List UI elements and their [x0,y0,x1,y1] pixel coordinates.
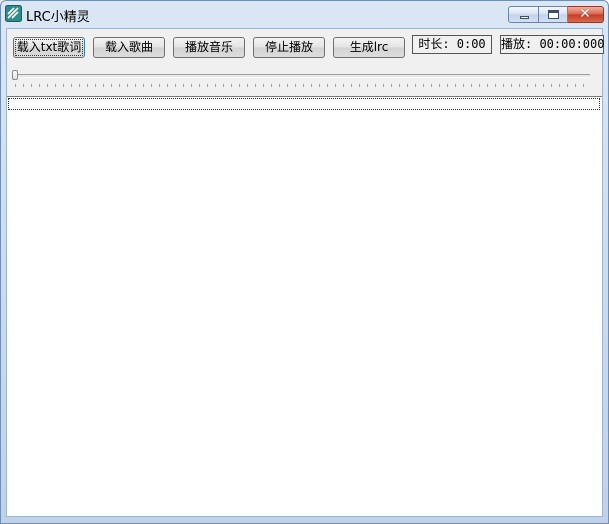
play-music-button[interactable]: 播放音乐 [173,37,245,58]
stop-playback-button[interactable]: 停止播放 [253,37,325,58]
window-title: LRC小精灵 [26,10,90,25]
slider-thumb[interactable] [12,70,18,80]
load-song-button[interactable]: 载入歌曲 [93,37,165,58]
duration-readout: 时长: 0:00 [412,35,492,54]
list-item[interactable] [8,98,600,110]
minimize-icon [520,16,529,19]
close-icon: ✕ [579,6,591,22]
playback-progress-slider[interactable] [12,70,592,87]
playback-position-readout: 播放: 00:00:000 [500,35,604,54]
minimize-button[interactable] [508,6,539,23]
client-area: 载入txt歌词 载入歌曲 播放音乐 停止播放 生成lrc 时长: 0:00 播放… [6,28,604,517]
generate-lrc-button[interactable]: 生成lrc [333,37,405,58]
slider-ticks [15,84,590,87]
slider-track[interactable] [12,74,590,78]
app-icon [5,5,22,22]
close-button[interactable]: ✕ [568,6,604,23]
maximize-icon [548,10,559,19]
app-window: LRC小精灵 ✕ 载入txt歌词 载入歌曲 播放音乐 停止播放 生成lrc 时长… [0,0,609,524]
maximize-button[interactable] [539,6,568,23]
lyrics-list[interactable] [7,96,602,516]
load-txt-lyrics-button[interactable]: 载入txt歌词 [13,37,85,58]
title-bar[interactable]: LRC小精灵 ✕ [1,1,608,28]
